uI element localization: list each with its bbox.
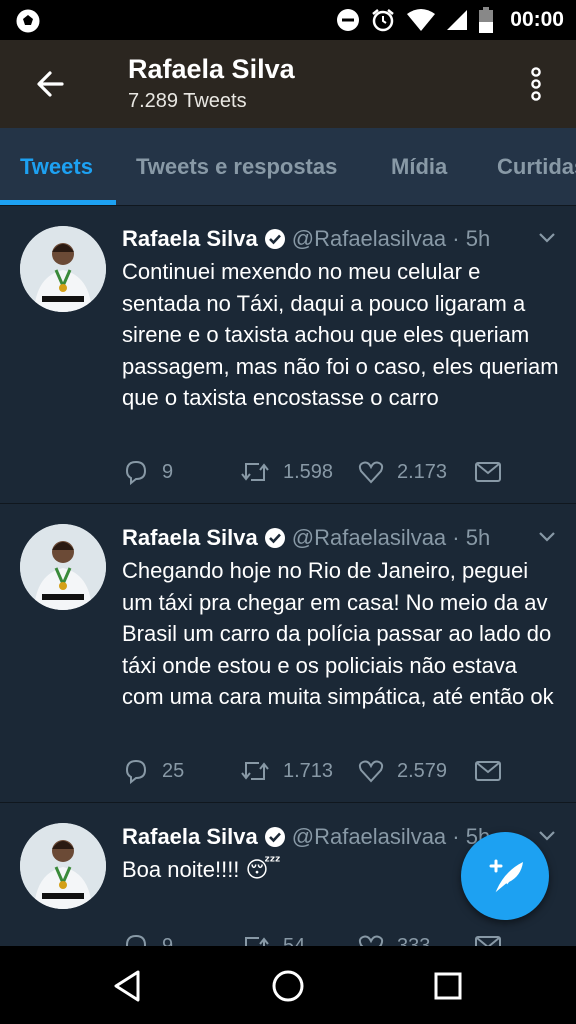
- author-name[interactable]: Rafaela Silva: [122, 824, 258, 850]
- like-button[interactable]: 333: [357, 931, 430, 946]
- reply-count: 9: [162, 934, 174, 947]
- profile-header: Rafaela Silva 7.289 Tweets: [0, 40, 576, 128]
- retweet-icon: [241, 463, 269, 481]
- wifi-icon: [407, 9, 436, 31]
- like-button[interactable]: 2.579: [357, 756, 447, 786]
- reply-icon: [125, 934, 147, 946]
- tab-tweets-and-replies[interactable]: Tweets e respostas: [136, 154, 337, 180]
- tweet-header: Rafaela Silva @Rafaelasilvaa · 5h: [122, 224, 490, 254]
- envelope-icon: [475, 936, 501, 946]
- compose-tweet-button[interactable]: [461, 832, 549, 920]
- envelope-icon: [475, 462, 501, 482]
- tweet-header: Rafaela Silva @Rafaelasilvaa · 5h: [122, 523, 490, 553]
- direct-message-button[interactable]: [474, 756, 514, 786]
- tweet-text: Chegando hoje no Rio de Janeiro, peguei …: [122, 558, 554, 709]
- signal-icon: [447, 10, 468, 30]
- direct-message-button[interactable]: [474, 457, 514, 487]
- status-icons: 00:00: [336, 0, 564, 40]
- heart-icon: [358, 935, 384, 946]
- like-count: 2.579: [397, 759, 448, 782]
- retweet-count: 1.713: [283, 759, 334, 782]
- heart-icon: [358, 461, 384, 484]
- tweet[interactable]: Rafaela Silva @Rafaelasilvaa · 5h Contin…: [0, 206, 576, 504]
- retweet-button[interactable]: 1.713: [239, 756, 333, 786]
- envelope-icon: [475, 761, 501, 781]
- battery-icon: [479, 7, 494, 33]
- reply-button[interactable]: 9: [122, 931, 173, 946]
- chevron-down-icon[interactable]: [538, 232, 556, 244]
- tweet-count: 7.289 Tweets: [128, 90, 247, 112]
- profile-tabs: Tweets Tweets e respostas Mídia Curtidas: [0, 128, 576, 206]
- active-tab-indicator: [0, 200, 116, 205]
- system-navigation-bar: [0, 946, 576, 1024]
- nav-back-icon[interactable]: [108, 966, 148, 1006]
- retweet-count: 1.598: [283, 460, 334, 483]
- back-arrow-icon[interactable]: [32, 64, 72, 104]
- retweet-count: 54: [283, 934, 306, 947]
- heart-icon: [358, 760, 384, 783]
- compose-feather-icon: [489, 859, 523, 895]
- tweet[interactable]: Rafaela Silva @Rafaelasilvaa · 5h Chegan…: [0, 505, 576, 803]
- soccer-ball-icon: [15, 8, 41, 34]
- verified-badge-icon: [264, 827, 285, 847]
- author-name[interactable]: Rafaela Silva: [122, 226, 258, 252]
- tab-tweets[interactable]: Tweets: [20, 154, 93, 180]
- retweet-icon: [245, 937, 269, 946]
- direct-message-button[interactable]: [474, 931, 514, 946]
- retweet-icon: [241, 762, 269, 780]
- author-handle-time: @Rafaelasilvaa · 5h: [291, 525, 491, 550]
- reply-icon: [125, 759, 147, 785]
- avatar[interactable]: [20, 226, 106, 312]
- status-bar: 00:00: [0, 0, 576, 40]
- like-button[interactable]: 2.173: [357, 457, 447, 487]
- retweet-button[interactable]: 1.598: [239, 457, 333, 487]
- tab-likes[interactable]: Curtidas: [497, 154, 576, 180]
- profile-name: Rafaela Silva: [128, 54, 295, 84]
- reply-button[interactable]: 9: [122, 457, 173, 487]
- like-count: 333: [397, 934, 431, 947]
- reply-icon: [125, 460, 147, 486]
- reply-count: 25: [162, 759, 185, 782]
- avatar-image: [20, 524, 106, 610]
- do-not-disturb-icon: [337, 9, 360, 31]
- tweet-header: Rafaela Silva @Rafaelasilvaa · 5h: [122, 822, 490, 852]
- avatar[interactable]: [20, 524, 106, 610]
- avatar-image: [20, 226, 106, 312]
- tweet-actions: 9 1.598 2.173: [122, 457, 562, 487]
- avatar[interactable]: [20, 823, 106, 909]
- tweet-text: Continuei mexendo no meu celular e senta…: [122, 259, 559, 410]
- like-count: 2.173: [397, 460, 448, 483]
- clock: 00:00: [510, 8, 564, 31]
- author-handle-time: @Rafaelasilvaa · 5h: [291, 226, 491, 251]
- tab-media[interactable]: Mídia: [391, 154, 447, 180]
- reply-count: 9: [162, 460, 174, 483]
- author-name[interactable]: Rafaela Silva: [122, 525, 258, 551]
- verified-badge-icon: [264, 229, 285, 249]
- nav-home-icon[interactable]: [268, 966, 308, 1006]
- tweet-actions: 25 1.713 2.579: [122, 756, 562, 786]
- avatar-image: [20, 823, 106, 909]
- nav-recents-icon[interactable]: [428, 966, 468, 1006]
- chevron-down-icon[interactable]: [538, 531, 556, 543]
- verified-badge-icon: [264, 528, 285, 548]
- alarm-icon: [372, 9, 395, 32]
- retweet-button[interactable]: 54: [239, 931, 305, 946]
- more-options-icon[interactable]: [524, 62, 548, 106]
- reply-button[interactable]: 25: [122, 756, 184, 786]
- tweet-actions: 9 54 333: [122, 931, 562, 946]
